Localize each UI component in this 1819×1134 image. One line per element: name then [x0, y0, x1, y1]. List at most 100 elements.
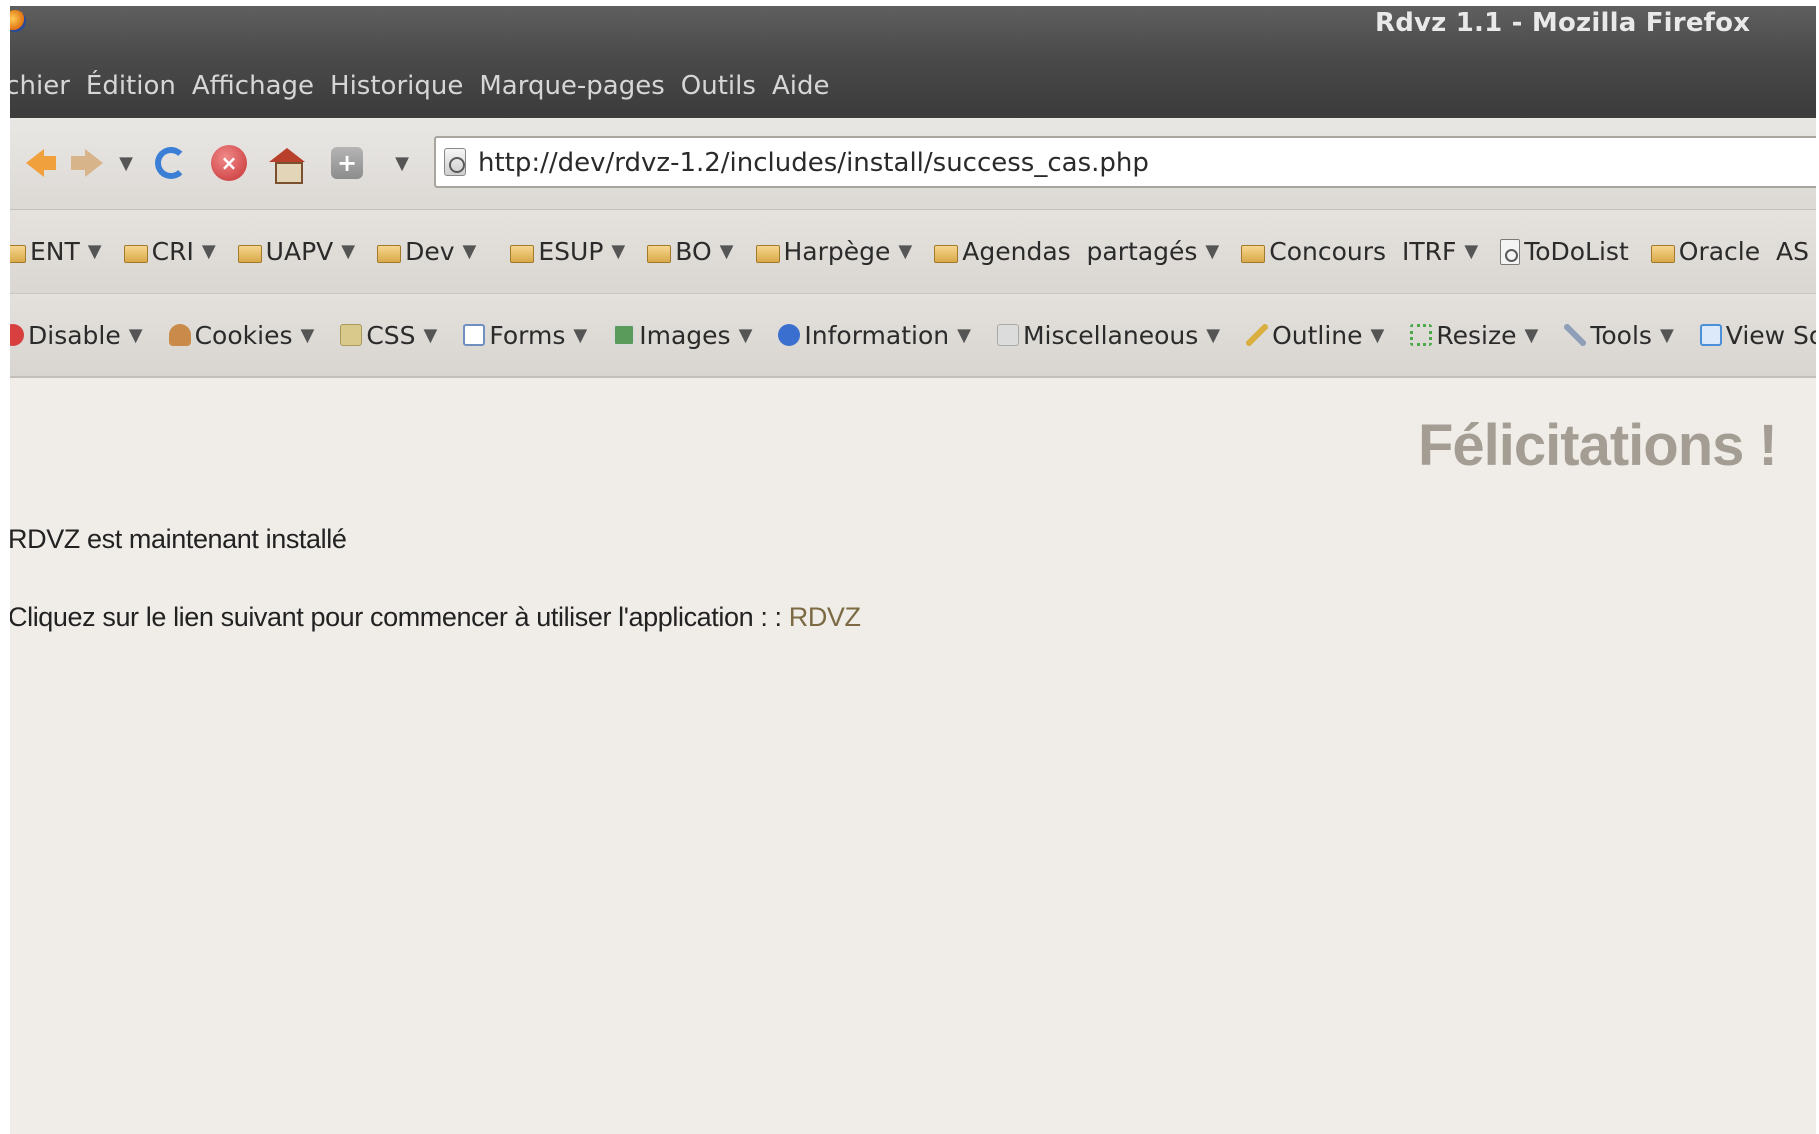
outline-icon	[1246, 324, 1269, 346]
view-source-icon	[1699, 324, 1722, 346]
rdvz-app-link[interactable]: RDVZ	[789, 602, 861, 632]
bookmark-folder-cri[interactable]: CRI ▼	[123, 237, 216, 266]
stop-icon: ×	[211, 145, 247, 181]
back-arrow-icon	[26, 149, 56, 177]
menu-affichage[interactable]: Affichage	[192, 71, 314, 101]
addon-button[interactable]: +	[326, 140, 368, 186]
home-button[interactable]	[266, 140, 308, 186]
menu-marque-pages[interactable]: Marque-pages	[479, 71, 664, 101]
disable-icon	[10, 324, 24, 346]
devtool-label: CSS	[366, 320, 416, 350]
forms-icon	[463, 324, 486, 346]
chevron-down-icon: ▼	[201, 241, 216, 262]
bookmark-label: Oracle AS	[1678, 237, 1809, 266]
reload-button[interactable]	[150, 140, 192, 186]
chevron-down-icon: ▼	[1370, 324, 1385, 346]
back-button[interactable]	[14, 140, 56, 186]
chevron-down-icon: ▼	[423, 324, 438, 346]
bookmark-folder-agendas-partages[interactable]: Agendas partagés ▼	[934, 237, 1219, 266]
devtool-information-menu[interactable]: Information ▼	[778, 321, 971, 350]
page-heading: Félicitations !	[1418, 413, 1778, 478]
bookmark-label: Harpège	[783, 237, 891, 266]
bookmark-folder-concours-itrf[interactable]: Concours ITRF ▼	[1241, 237, 1478, 266]
chevron-down-icon: ▼	[119, 152, 133, 174]
bookmark-folder-harpege[interactable]: Harpège ▼	[755, 237, 913, 266]
folder-icon	[10, 244, 26, 263]
bookmark-folder-bo[interactable]: BO ▼	[647, 237, 734, 266]
menu-edition[interactable]: Édition	[86, 71, 176, 101]
images-icon	[613, 324, 636, 346]
history-dropdown-button[interactable]: ▼	[114, 140, 138, 186]
chevron-down-icon: ▼	[1464, 241, 1479, 262]
bookmark-todolist[interactable]: ToDoList	[1500, 237, 1629, 266]
folder-icon	[377, 244, 402, 263]
css-icon	[340, 324, 363, 346]
site-identity-icon[interactable]	[444, 148, 466, 176]
devtool-css-menu[interactable]: CSS ▼	[340, 321, 437, 350]
devtool-label: Cookies	[194, 320, 293, 350]
addon-dropdown-button[interactable]: ▼	[390, 140, 414, 186]
chevron-down-icon: ▼	[395, 152, 409, 174]
forward-button[interactable]	[68, 140, 110, 186]
devtool-label: Images	[639, 320, 731, 350]
stop-button[interactable]: ×	[208, 140, 250, 186]
bookmark-label: BO	[675, 237, 712, 266]
chevron-down-icon: ▼	[341, 241, 356, 262]
chevron-down-icon: ▼	[898, 241, 913, 262]
folder-icon	[934, 244, 959, 263]
devtool-view-source-menu[interactable]: View Source ▼	[1699, 321, 1816, 350]
bookmark-folder-esup[interactable]: ESUP ▼	[510, 237, 625, 266]
chevron-down-icon: ▼	[1524, 324, 1539, 346]
devtool-label: Disable	[28, 320, 121, 350]
devtool-cookies-menu[interactable]: Cookies ▼	[168, 320, 315, 350]
instruction-text: Cliquez sur le lien suivant pour commenc…	[10, 602, 861, 633]
menu-outils[interactable]: Outils	[681, 71, 756, 101]
bookmark-folder-ent[interactable]: ENT ▼	[10, 237, 102, 266]
bookmark-label: ESUP	[538, 237, 604, 266]
page-content: Félicitations ! RDVZ est maintenant inst…	[10, 380, 1816, 1134]
devtool-tools-menu[interactable]: Tools ▼	[1564, 321, 1674, 350]
bookmark-label: UAPV	[265, 237, 334, 266]
url-bar[interactable]	[434, 136, 1816, 188]
chevron-down-icon: ▼	[300, 324, 315, 346]
chevron-down-icon: ▼	[738, 324, 753, 346]
chevron-down-icon: ▼	[719, 241, 734, 262]
folder-icon	[1650, 244, 1675, 263]
browser-window: Rdvz 1.1 - Mozilla Firefox ichier Éditio…	[10, 6, 1816, 1134]
miscellaneous-icon	[996, 324, 1019, 346]
resize-icon	[1410, 324, 1433, 346]
menu-aide[interactable]: Aide	[772, 71, 830, 101]
menu-fichier[interactable]: ichier	[10, 71, 70, 101]
folder-icon	[1241, 244, 1266, 263]
bookmarks-toolbar: ENT ▼ CRI ▼ UAPV ▼ Dev ▼ ESUP ▼ BO ▼ Har…	[10, 210, 1816, 294]
chevron-down-icon: ▼	[128, 324, 143, 346]
devtool-images-menu[interactable]: Images ▼	[613, 321, 752, 350]
window-title: Rdvz 1.1 - Mozilla Firefox	[1375, 8, 1751, 38]
chevron-down-icon: ▼	[1205, 241, 1220, 262]
bookmark-label: Agendas partagés	[962, 237, 1198, 266]
devtool-outline-menu[interactable]: Outline ▼	[1246, 321, 1384, 350]
folder-icon	[237, 244, 262, 263]
bookmark-label: CRI	[151, 237, 194, 266]
devtool-resize-menu[interactable]: Resize ▼	[1410, 321, 1538, 350]
devtool-label: Resize	[1436, 320, 1517, 350]
devtool-label: Forms	[489, 320, 566, 350]
bookmark-folder-dev[interactable]: Dev ▼	[377, 237, 476, 266]
information-icon	[778, 324, 801, 346]
bookmark-label: Dev	[405, 237, 455, 266]
devtool-label: Outline	[1272, 320, 1363, 350]
bookmark-folder-uapv[interactable]: UAPV ▼	[237, 237, 356, 266]
devtool-label: Miscellaneous	[1022, 320, 1199, 350]
devtool-miscellaneous-menu[interactable]: Miscellaneous ▼	[996, 320, 1220, 350]
devtool-disable-menu[interactable]: Disable ▼	[10, 321, 143, 350]
bookmark-folder-oracle-as[interactable]: Oracle AS ▼	[1650, 237, 1816, 266]
url-input[interactable]	[478, 148, 1778, 178]
menu-historique[interactable]: Historique	[330, 71, 463, 101]
chevron-down-icon: ▼	[462, 241, 477, 262]
navigation-toolbar: ▼ × + ▼	[10, 118, 1816, 210]
firefox-logo-icon[interactable]	[10, 10, 26, 32]
devtool-forms-menu[interactable]: Forms ▼	[463, 321, 587, 350]
chevron-down-icon: ▼	[573, 324, 588, 346]
home-icon	[269, 148, 305, 184]
devtool-label: Information	[804, 320, 950, 350]
